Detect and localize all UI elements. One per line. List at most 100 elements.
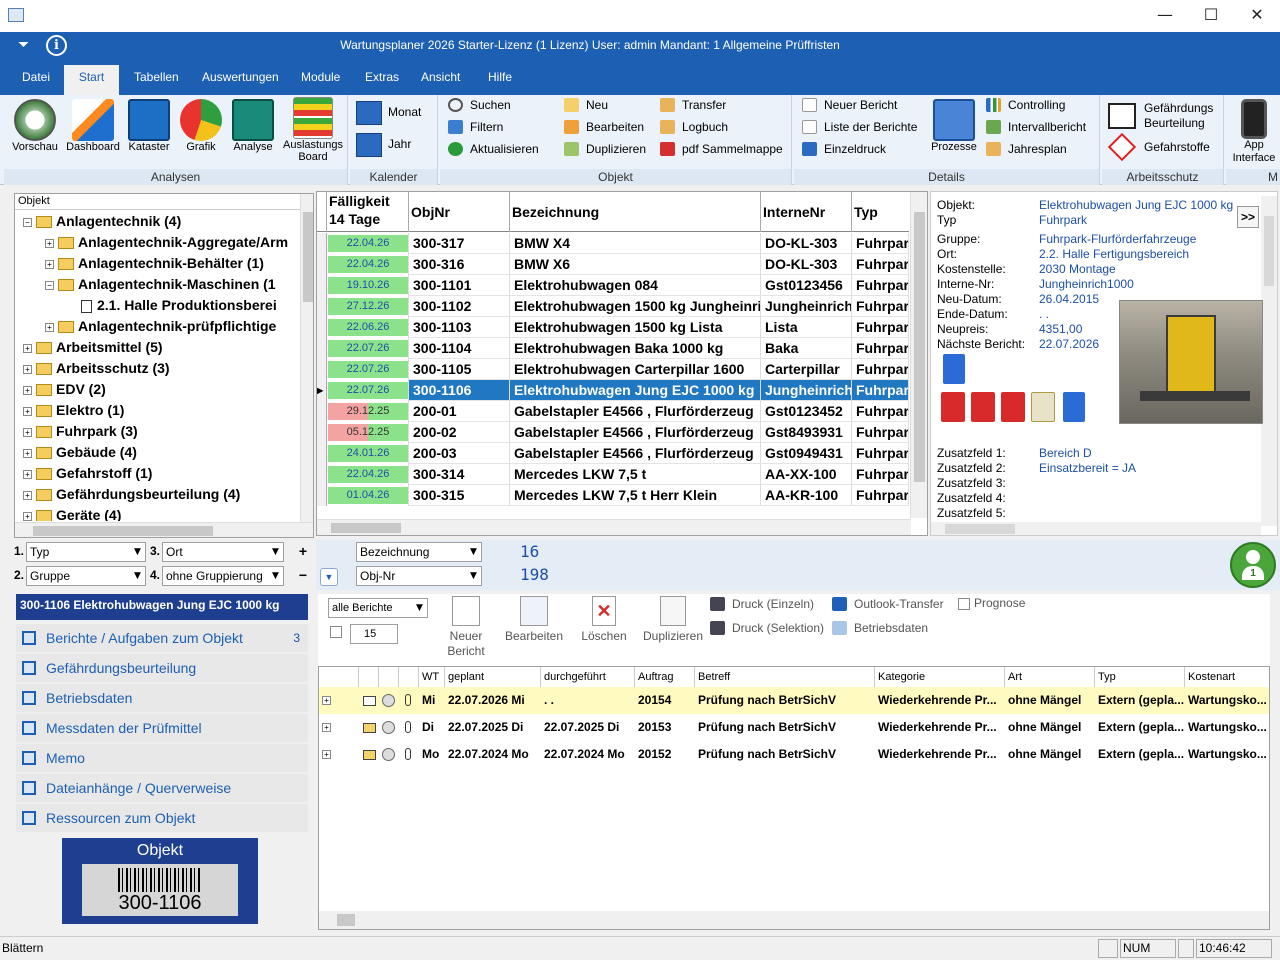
menu-tab-start[interactable]: Start — [64, 65, 119, 95]
report-row[interactable]: + Mo 22.07.2024 Mo 22.07.2024 Mo 20152 Prüfun… — [319, 741, 1269, 768]
gefahrstoffe-button[interactable]: Gefahrstoffe — [1106, 132, 1222, 163]
add-filter-button[interactable]: + — [294, 543, 312, 561]
expand-icon[interactable]: + — [322, 723, 331, 732]
menu-tab-ansicht[interactable]: Ansicht — [411, 65, 470, 95]
neuer-bericht-button[interactable]: Neuer Bericht — [802, 95, 897, 115]
archive-icon[interactable] — [1031, 392, 1055, 422]
loeschen-report-button[interactable]: ✕ Löschen — [576, 596, 632, 643]
report-limit-checkbox[interactable] — [330, 626, 342, 638]
reports-header-betreff[interactable]: Betreff — [695, 667, 875, 687]
grid-row[interactable]: 22.04.26300-316BMW X6DO-KL-303Fuhrpark — [317, 254, 909, 275]
grid-header-objnr[interactable]: ObjNr — [409, 192, 510, 232]
dashboard-button[interactable]: Dashboard — [64, 99, 122, 153]
grid-row[interactable]: 22.07.26 300-1104 Elektrohubwagen Baka 100… — [317, 338, 909, 359]
bearbeiten-button[interactable]: Bearbeiten — [564, 117, 644, 137]
details-vscroll-thumb[interactable] — [1264, 216, 1274, 286]
tree-item[interactable]: + Fuhrpark (3) — [23, 421, 301, 442]
reports-header-geplant[interactable]: geplant — [445, 667, 541, 687]
report-filter-select[interactable]: alle Berichte ▼ — [328, 598, 428, 618]
druck-einzeln-button[interactable]: Druck (Einzeln) — [710, 594, 814, 614]
menu-tab-datei[interactable]: Datei — [12, 65, 60, 95]
duplizieren-report-button[interactable]: Duplizieren — [640, 596, 706, 643]
minimize-button[interactable]: — — [1142, 0, 1188, 32]
grid-row[interactable]: 19.10.26 300-1101 Elektrohubwagen 084 Gst01… — [317, 275, 909, 296]
grafik-button[interactable]: Grafik — [176, 99, 226, 153]
nav-item[interactable]: Gefährdungsbeurteilung — [16, 654, 308, 682]
neu-button[interactable]: Neu — [564, 95, 608, 115]
tree-expander-icon[interactable]: + — [23, 448, 32, 458]
tree-hscroll-thumb[interactable] — [33, 526, 213, 536]
jahr-button[interactable]: Jahr — [356, 133, 436, 159]
tree-expander-icon[interactable]: + — [23, 511, 32, 521]
suchen-button[interactable]: Suchen — [448, 95, 511, 115]
tree-expander-icon[interactable]: + — [23, 364, 32, 374]
details-next-button[interactable]: >> — [1237, 206, 1259, 228]
menu-tab-extras[interactable]: Extras — [355, 65, 409, 95]
sort2-select[interactable]: Obj-Nr ▼ — [356, 566, 482, 586]
tree-item[interactable]: + Geräte (4) — [23, 505, 301, 521]
tree-expander-icon[interactable]: + — [23, 469, 32, 479]
grid-header-internenr[interactable]: InterneNr — [761, 192, 852, 232]
intervallbericht-button[interactable]: Intervallbericht — [986, 117, 1086, 137]
tree-vscrollbar[interactable] — [300, 194, 313, 522]
tree-item[interactable]: + Anlagentechnik-Aggregate/Arm — [23, 232, 301, 253]
tree-item[interactable]: + Gefahrstoff (1) — [23, 463, 301, 484]
grid-row[interactable]: 22.04.26300-317BMW X4DO-KL-303Fuhrpark — [317, 233, 909, 254]
tree-expander-icon[interactable]: − — [45, 280, 54, 290]
app-interface-button[interactable]: App Interface — [1228, 99, 1280, 165]
neuer-bericht-report-button[interactable]: Neuer Bericht — [442, 596, 490, 659]
controlling-button[interactable]: Controlling — [986, 95, 1065, 115]
menu-tab-tabellen[interactable]: Tabellen — [124, 65, 189, 95]
tree-expander-icon[interactable]: + — [45, 238, 54, 248]
druck-selektion-button[interactable]: Druck (Selektion) — [710, 618, 824, 638]
tree-item[interactable]: − Anlagentechnik-Maschinen (1 — [23, 274, 301, 295]
reports-hscroll-thumb[interactable] — [337, 914, 355, 926]
grid-row[interactable]: 24.01.26 200-03 Gabelstapler E4566 , Flurf… — [317, 443, 909, 464]
tree-expander-icon[interactable]: + — [45, 259, 54, 269]
liste-berichte-button[interactable]: Liste der Berichte — [802, 117, 917, 137]
grid-header-faelligkeit[interactable]: Fälligkeit 14 Tage — [327, 192, 409, 232]
tree-vscroll-thumb[interactable] — [303, 212, 313, 302]
analyse-button[interactable]: Analyse — [228, 99, 278, 153]
tree-hscrollbar[interactable] — [15, 522, 313, 537]
menu-tab-auswertungen[interactable]: Auswertungen — [192, 65, 289, 95]
tree-item[interactable]: + Anlagentechnik-prüfpflichtige — [23, 316, 301, 337]
reports-header-auftrag[interactable]: Auftrag — [635, 667, 695, 687]
tree-item[interactable]: + Elektro (1) — [23, 400, 301, 421]
grid-row[interactable]: 01.04.26 300-315 Mercedes LKW 7,5 t Herr K… — [317, 485, 909, 506]
tree-item[interactable]: + Arbeitsschutz (3) — [23, 358, 301, 379]
aktualisieren-button[interactable]: Aktualisieren — [448, 139, 539, 159]
reports-header-art[interactable]: Art — [1005, 667, 1095, 687]
filter1-select[interactable]: Typ ▼ — [26, 542, 146, 562]
nav-item[interactable]: Betriebsdaten — [16, 684, 308, 712]
tree-item[interactable]: + Gebäude (4) — [23, 442, 301, 463]
grid-row[interactable]: 22.07.26 300-1105 Elektrohubwagen Carterpi… — [317, 359, 909, 380]
tree-expander-icon[interactable]: + — [23, 385, 32, 395]
report-row[interactable]: + Di 22.07.2025 Di 22.07.2025 Di 20153 Prüfun… — [319, 714, 1269, 741]
nav-item[interactable]: Berichte / Aufgaben zum Objekt 3 — [16, 624, 308, 652]
betriebsdaten-report-button[interactable]: Betriebsdaten — [832, 618, 928, 638]
tree-expander-icon[interactable]: − — [23, 217, 32, 227]
grid-row[interactable]: ▶ 22.07.26 300-1106 Elektrohubwagen Jung EJ… — [317, 380, 909, 401]
menu-tab-module[interactable]: Module — [291, 65, 350, 95]
filter4-select[interactable]: ohne Gruppierung ▼ — [162, 566, 284, 586]
sort1-select[interactable]: Bezeichnung ▼ — [356, 542, 482, 562]
details-hscroll-thumb[interactable] — [945, 524, 1015, 534]
report-row[interactable]: + Mi 22.07.2026 Mi . . 20154 Prüfung nach Bet… — [319, 687, 1269, 714]
tree-item[interactable]: + Arbeitsmittel (5) — [23, 337, 301, 358]
pdf-attachment-icon[interactable] — [1001, 392, 1025, 422]
monat-button[interactable]: Monat — [356, 101, 436, 127]
expand-icon[interactable]: + — [322, 750, 331, 759]
reports-header-typ[interactable]: Typ — [1095, 667, 1185, 687]
expand-icon[interactable]: + — [322, 696, 331, 705]
tree-expander-icon[interactable]: + — [45, 322, 54, 332]
prognose-checkbox[interactable] — [958, 598, 970, 610]
nav-item[interactable]: Dateianhänge / Querverweise — [16, 774, 308, 802]
duplizieren-button[interactable]: Duplizieren — [564, 139, 646, 159]
tree-item[interactable]: + Anlagentechnik-Behälter (1) — [23, 253, 301, 274]
nav-item[interactable]: Memo — [16, 744, 308, 772]
auslastungs-board-button[interactable]: Auslastungs Board — [280, 97, 346, 163]
menu-tab-hilfe[interactable]: Hilfe — [478, 65, 522, 95]
tree-expander-icon[interactable]: + — [23, 343, 32, 353]
bearbeiten-report-button[interactable]: Bearbeiten — [502, 596, 566, 643]
